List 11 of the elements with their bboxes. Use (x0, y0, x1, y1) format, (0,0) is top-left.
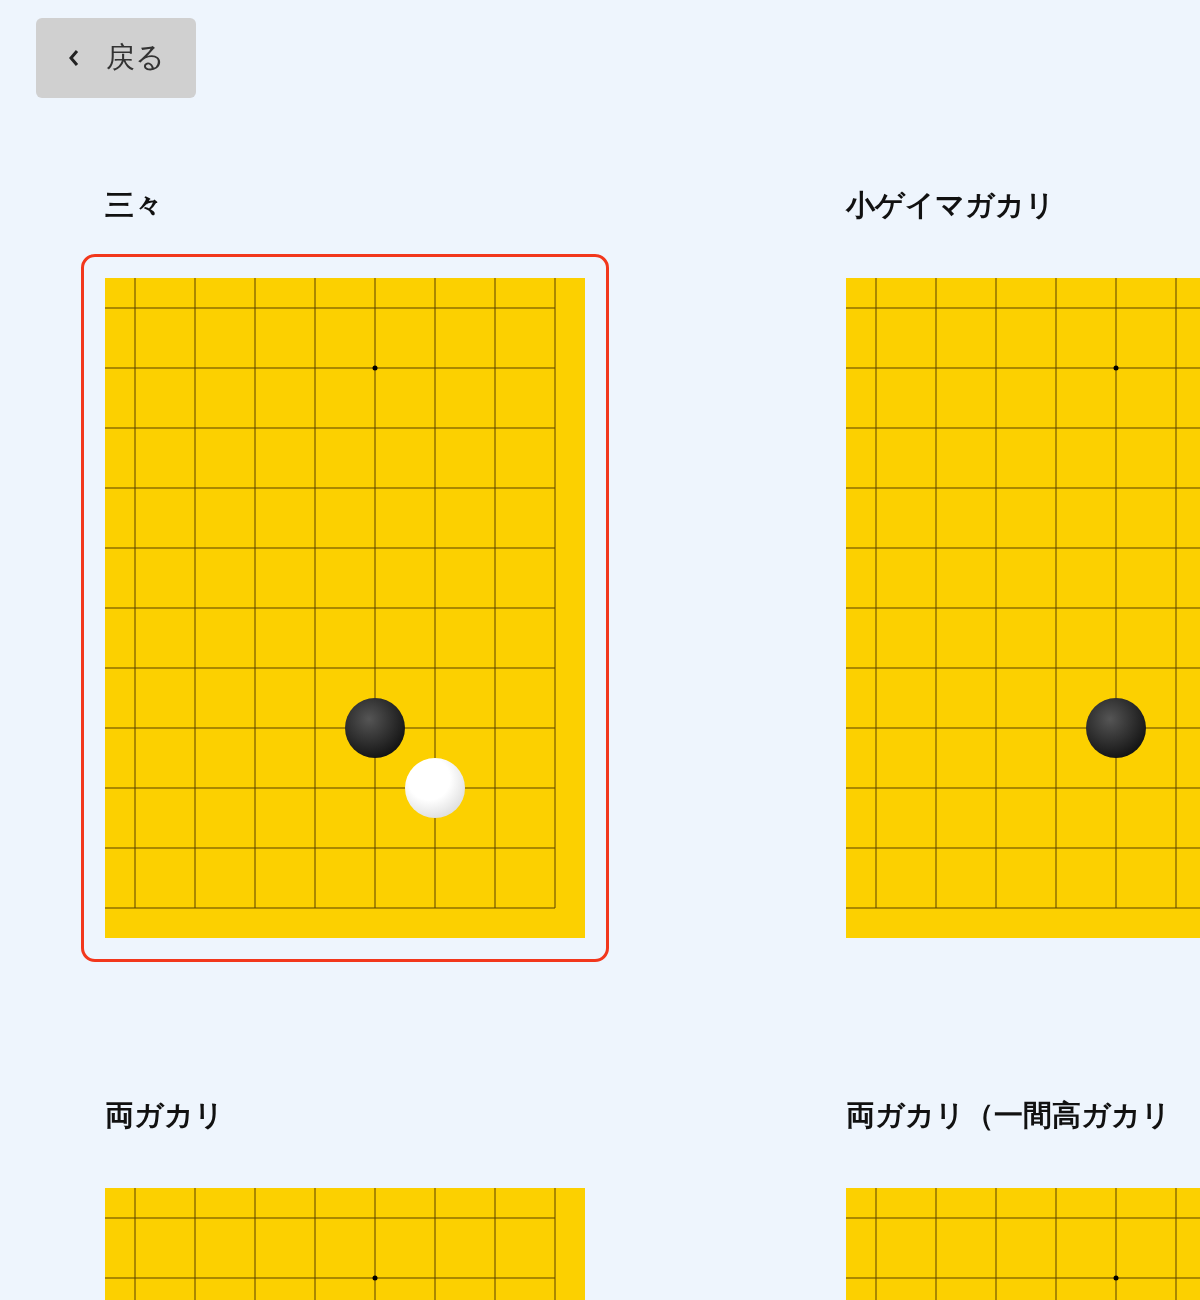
pattern-card[interactable] (81, 254, 609, 962)
chevron-left-icon (67, 49, 80, 67)
pattern-title: 両ガカリ (104, 1098, 225, 1133)
pattern-title: 小ゲイマガカリ (844, 188, 1056, 223)
star-point (372, 365, 378, 371)
back-button[interactable]: 戻る (36, 18, 196, 98)
pattern-title: 両ガカリ（一間高ガカリ (845, 1098, 1172, 1133)
star-point (1113, 365, 1119, 371)
pattern-title: 三々 (104, 188, 164, 223)
star-point (372, 1275, 378, 1281)
star-point (1113, 1275, 1119, 1281)
